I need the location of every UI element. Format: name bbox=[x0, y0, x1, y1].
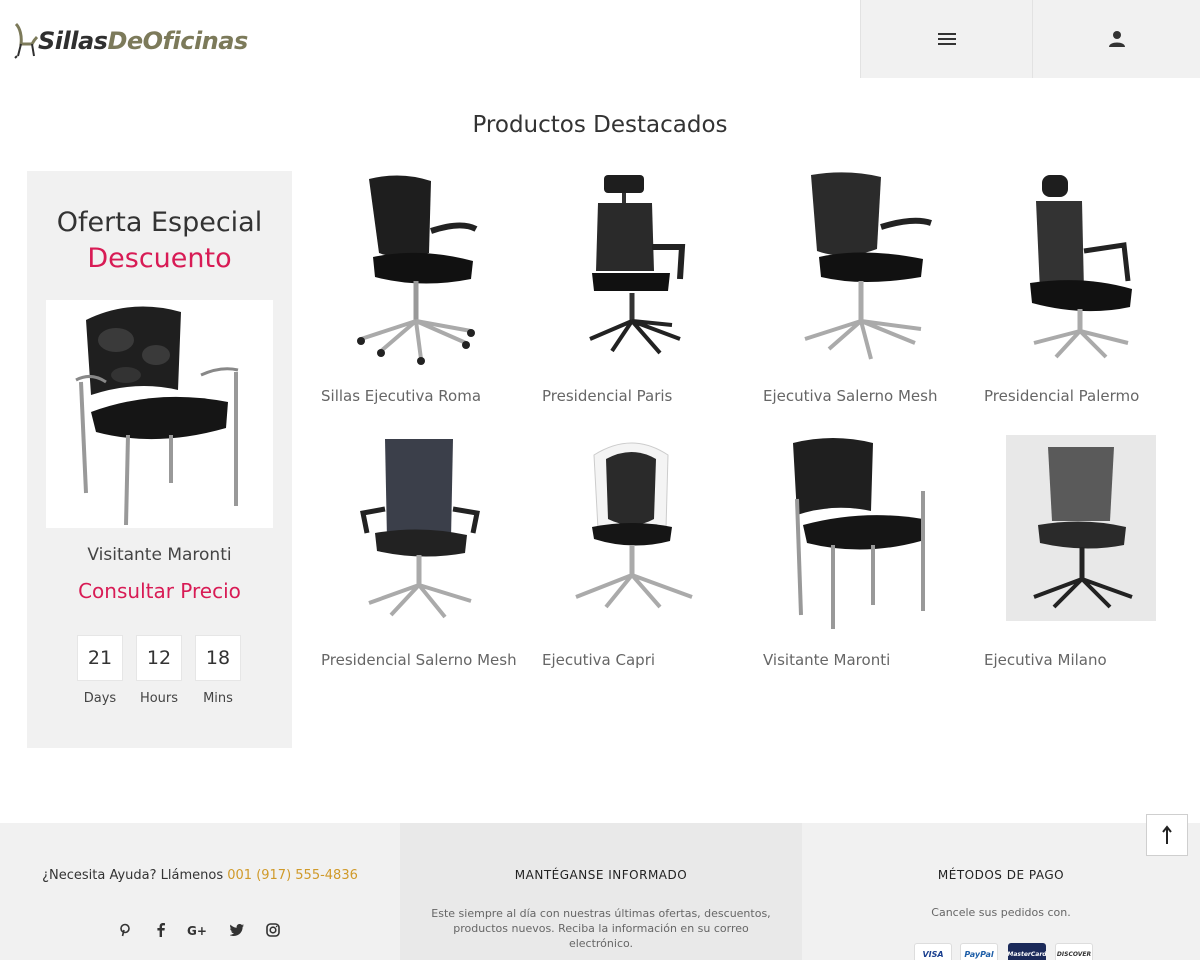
discover-card-icon: DISCOVER bbox=[1055, 943, 1093, 960]
product-image-palermo bbox=[1030, 175, 1132, 359]
help-line: ¿Necesita Ayuda? Llámenos 001 (917) 555-… bbox=[0, 868, 400, 883]
logo-text: SillasDeOficinas bbox=[38, 29, 248, 53]
offer-title: Oferta Especial bbox=[56, 207, 263, 238]
product-name[interactable]: Visitante Maronti bbox=[763, 650, 963, 670]
visitor-chair-image bbox=[75, 306, 239, 526]
product-name[interactable]: Ejecutiva Milano bbox=[984, 650, 1184, 670]
svg-text:G+: G+ bbox=[187, 924, 207, 937]
newsletter-title: MANTÉGANSE INFORMADO bbox=[514, 868, 688, 882]
countdown-days-label: Days bbox=[83, 691, 117, 706]
product-image-salerno-mesh bbox=[804, 172, 932, 360]
product-name[interactable]: Presidencial Paris bbox=[542, 386, 742, 406]
newsletter-text: Este siempre al día con nuestras últimas… bbox=[431, 907, 771, 950]
hamburger-menu-icon bbox=[937, 33, 956, 45]
arrow-up-icon bbox=[1162, 825, 1172, 844]
user-account-button[interactable] bbox=[1032, 0, 1200, 78]
visa-card-icon: VISA bbox=[914, 943, 952, 960]
phone-link[interactable]: 001 (917) 555-4836 bbox=[227, 868, 358, 883]
countdown-days-value: 21 bbox=[77, 635, 123, 681]
section-title: Productos Destacados bbox=[472, 112, 728, 138]
site-logo[interactable]: SillasDeOficinas bbox=[12, 22, 248, 60]
logo-text-part2: DeOficinas bbox=[107, 27, 248, 55]
footer-payment-column: MÉTODOS DE PAGO Cancele sus pedidos con.… bbox=[802, 823, 1200, 960]
product-image-maronti bbox=[793, 438, 925, 629]
countdown-hours-value: 12 bbox=[136, 635, 182, 681]
site-footer: ¿Necesita Ayuda? Llámenos 001 (917) 555-… bbox=[0, 823, 1200, 960]
offer-price-link[interactable]: Consultar Precio bbox=[27, 579, 292, 603]
payment-text: Cancele sus pedidos con. bbox=[931, 906, 1071, 919]
product-name[interactable]: Presidencial Salerno Mesh bbox=[321, 650, 521, 670]
product-name[interactable]: Sillas Ejecutiva Roma bbox=[321, 386, 521, 406]
google-plus-icon[interactable]: G+ bbox=[187, 920, 207, 940]
offer-subtitle: Descuento bbox=[87, 243, 232, 274]
help-text: ¿Necesita Ayuda? Llámenos bbox=[42, 868, 224, 883]
product-image-capri bbox=[575, 442, 693, 609]
footer-newsletter-column: MANTÉGANSE INFORMADO Este siempre al día… bbox=[400, 823, 802, 960]
facebook-icon[interactable] bbox=[151, 920, 171, 940]
offer-product-image[interactable] bbox=[46, 300, 273, 528]
product-image-paris bbox=[589, 175, 686, 355]
logo-text-part1: Sillas bbox=[38, 27, 108, 55]
payment-title: MÉTODOS DE PAGO bbox=[937, 868, 1065, 882]
countdown-mins-value: 18 bbox=[195, 635, 241, 681]
special-offer-panel: Oferta Especial Descuento Visitante Maro… bbox=[27, 171, 292, 748]
product-image-milano bbox=[1006, 435, 1156, 621]
offer-product-name[interactable]: Visitante Maronti bbox=[27, 545, 292, 565]
instagram-icon[interactable] bbox=[263, 920, 283, 940]
countdown-hours-label: Hours bbox=[139, 691, 179, 706]
chair-logo-icon bbox=[14, 22, 38, 59]
site-header: SillasDeOficinas bbox=[0, 0, 1200, 78]
user-icon bbox=[1108, 31, 1125, 47]
footer-help-column: ¿Necesita Ayuda? Llámenos 001 (917) 555-… bbox=[0, 823, 400, 960]
twitter-icon[interactable] bbox=[227, 920, 247, 940]
countdown-mins-label: Mins bbox=[203, 691, 233, 706]
product-name[interactable]: Presidencial Palermo bbox=[984, 386, 1184, 406]
product-image-roma bbox=[357, 175, 478, 365]
product-name[interactable]: Ejecutiva Salerno Mesh bbox=[763, 386, 963, 406]
menu-button[interactable] bbox=[860, 0, 1032, 78]
product-name[interactable]: Ejecutiva Capri bbox=[542, 650, 742, 670]
paypal-card-icon: PayPal bbox=[960, 943, 998, 960]
product-image-presidencial-salerno bbox=[360, 439, 480, 619]
mastercard-card-icon: MasterCard bbox=[1008, 943, 1046, 960]
back-to-top-button[interactable] bbox=[1146, 814, 1188, 856]
pinterest-icon[interactable] bbox=[115, 920, 135, 940]
